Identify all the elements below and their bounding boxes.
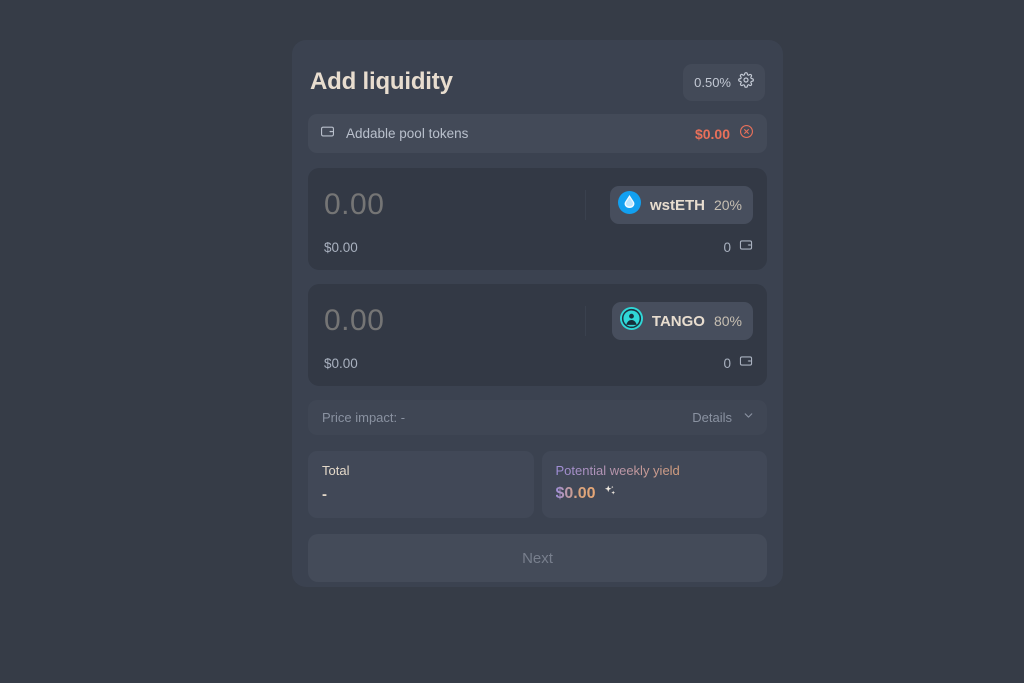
app-background: Add liquidity 0.50% Addable pool tokens … [0, 0, 1024, 683]
token-symbol: wstETH [649, 196, 705, 214]
token-balance-value: 0 [723, 240, 731, 255]
total-panel: Total - [308, 451, 534, 518]
token-symbol: TANGO [651, 312, 705, 330]
total-value: - [322, 486, 327, 503]
token-weight: 80% [713, 313, 742, 329]
slippage-value: 0.50% [694, 74, 731, 90]
tango-token-icon [619, 307, 643, 335]
token-balance-group[interactable]: 0 [723, 354, 753, 373]
input-divider [585, 190, 586, 220]
token-row: TANGO 80% $0.00 0 [308, 284, 767, 386]
card-header: Add liquidity 0.50% [308, 63, 767, 101]
gear-icon [738, 71, 754, 93]
token-usd-value: $0.00 [324, 240, 358, 255]
token-bottom-row: $0.00 0 [324, 354, 753, 373]
token-balance-value: 0 [723, 356, 731, 371]
yield-value: $0.00 [555, 484, 596, 502]
next-button[interactable]: Next [308, 534, 767, 582]
wallet-icon [739, 354, 753, 373]
token-usd-value: $0.00 [324, 356, 358, 371]
chevron-down-icon [742, 409, 755, 427]
slippage-settings-button[interactable]: 0.50% [683, 63, 765, 101]
yield-value-row: $0.00 [556, 484, 754, 503]
add-liquidity-card: Add liquidity 0.50% Addable pool tokens … [292, 40, 783, 587]
wallet-icon [739, 238, 753, 257]
input-divider [585, 306, 586, 336]
token-amount-input[interactable] [324, 304, 574, 338]
page-title: Add liquidity [310, 68, 453, 95]
token-select-tango[interactable]: TANGO 80% [611, 302, 753, 340]
close-circle-icon[interactable] [739, 124, 754, 144]
token-balance-group[interactable]: 0 [723, 238, 753, 257]
price-impact-value: - [400, 410, 406, 425]
price-impact-label: Price impact: [322, 410, 398, 425]
addable-left-group: Addable pool tokens [320, 124, 468, 144]
price-impact-text: Price impact: - [322, 410, 405, 425]
token-amount-input[interactable] [324, 188, 574, 222]
token-weight: 20% [713, 197, 742, 213]
details-label: Details [692, 410, 732, 425]
token-bottom-row: $0.00 0 [324, 238, 753, 257]
details-toggle[interactable]: Details [692, 409, 755, 427]
addable-pool-tokens-bar[interactable]: Addable pool tokens $0.00 [308, 114, 767, 153]
wsteth-token-icon [617, 191, 641, 219]
yield-label: Potential weekly yield [556, 463, 754, 478]
addable-amount: $0.00 [694, 125, 730, 142]
token-top-row: wstETH 20% [324, 182, 753, 228]
addable-pool-tokens-label: Addable pool tokens [346, 126, 469, 141]
potential-weekly-yield-panel: Potential weekly yield $0.00 [541, 451, 767, 518]
summary-panels: Total - Potential weekly yield $0.00 [308, 451, 767, 518]
addable-right-group: $0.00 [695, 124, 754, 144]
token-top-row: TANGO 80% [324, 298, 753, 344]
token-row: wstETH 20% $0.00 0 [308, 168, 767, 270]
total-label: Total [322, 463, 350, 478]
price-impact-bar[interactable]: Price impact: - Details [308, 400, 767, 435]
sparkles-icon [603, 484, 617, 503]
token-select-wsteth[interactable]: wstETH 20% [609, 186, 753, 224]
wallet-icon [320, 124, 335, 144]
